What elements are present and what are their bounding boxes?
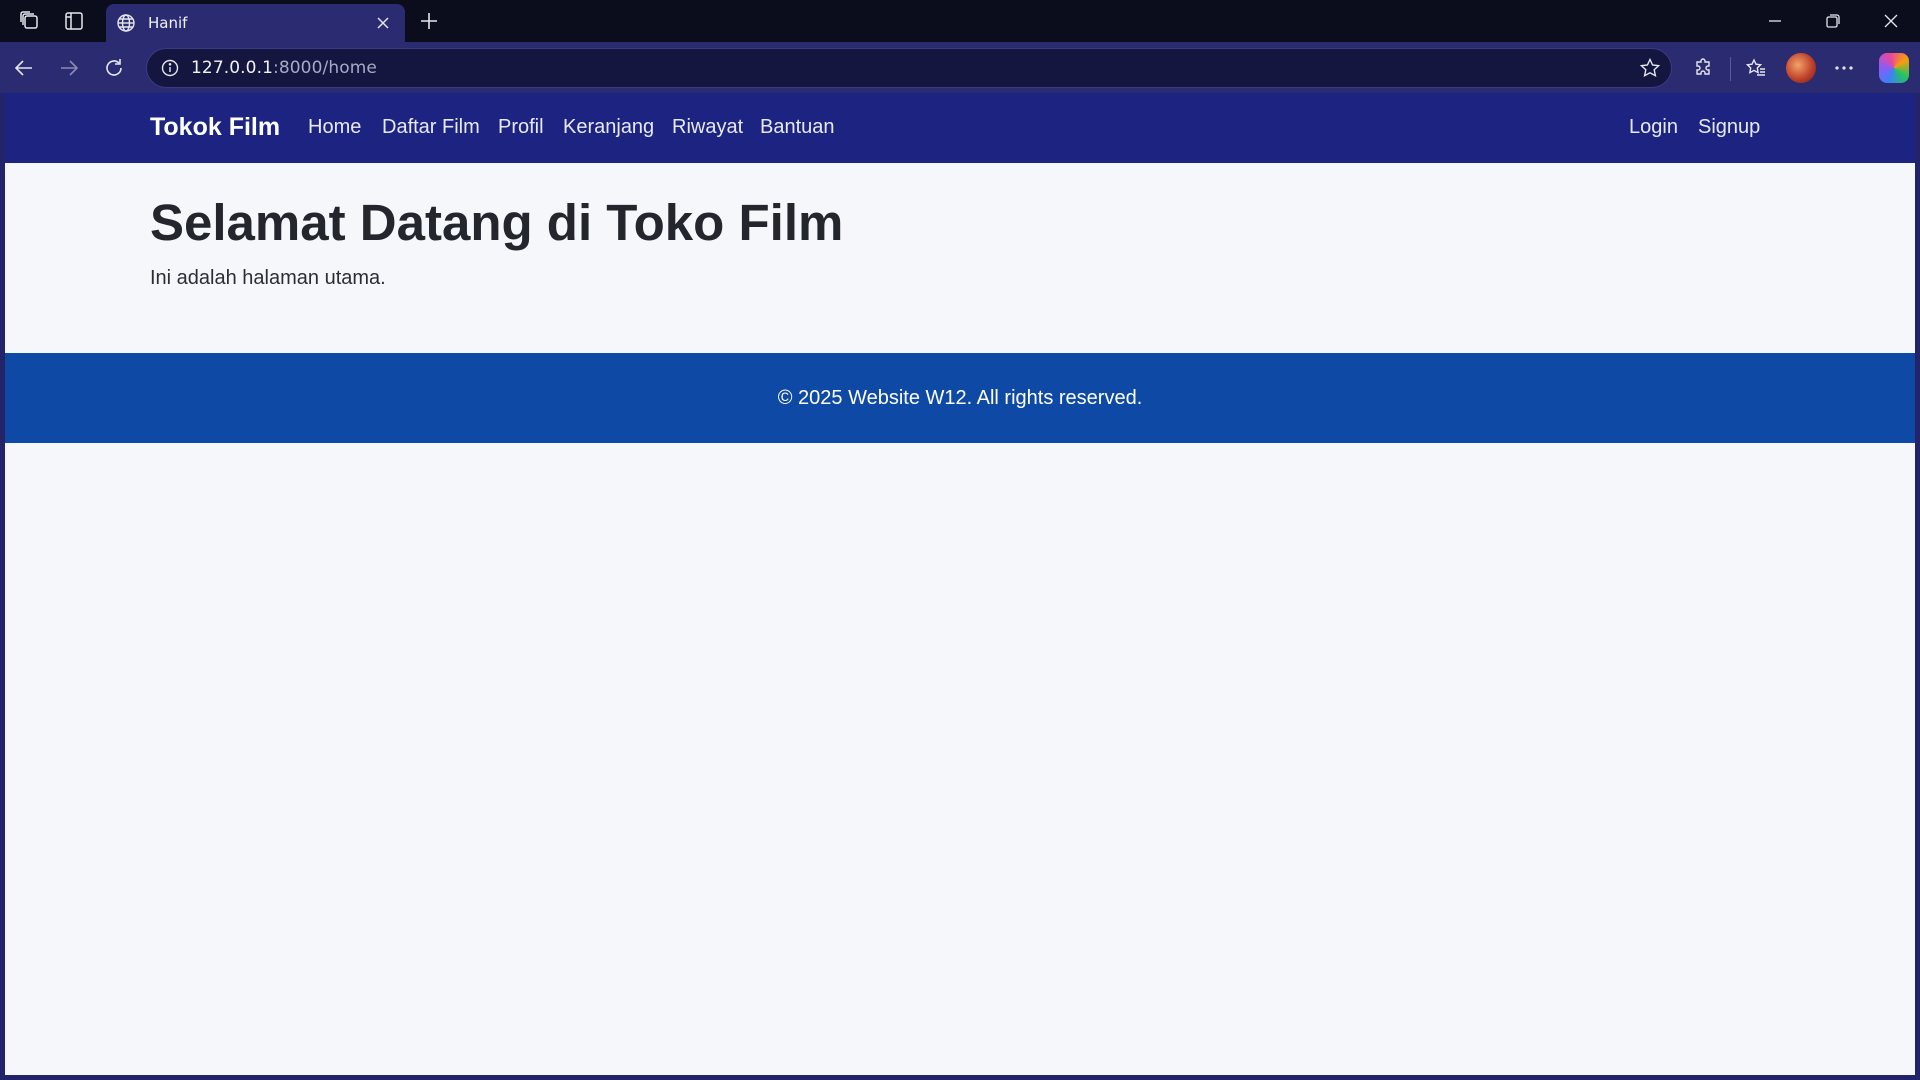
nav-link-login[interactable]: Login xyxy=(1629,116,1678,139)
nav-link-home[interactable]: Home xyxy=(308,116,361,139)
url-text: 127.0.0.1:8000/home xyxy=(191,58,377,78)
site-footer: © 2025 Website W12. All rights reserved. xyxy=(5,353,1915,443)
restore-icon[interactable] xyxy=(1804,0,1862,42)
reload-icon[interactable] xyxy=(96,50,132,86)
more-icon[interactable] xyxy=(1826,50,1862,86)
nav-link-riwayat[interactable]: Riwayat xyxy=(672,116,743,139)
url-host: 127.0.0.1 xyxy=(191,58,274,78)
workspaces-icon[interactable] xyxy=(9,0,51,42)
page-title: Selamat Datang di Toko Film xyxy=(150,194,844,251)
nav-link-signup[interactable]: Signup xyxy=(1698,116,1760,139)
puzzle-icon[interactable] xyxy=(1686,50,1722,86)
star-icon[interactable] xyxy=(1639,57,1661,79)
site-navbar: Tokok Film Home Daftar Film Profil Keran… xyxy=(5,93,1915,163)
nav-link-daftar-film[interactable]: Daftar Film xyxy=(382,116,480,139)
title-bar: Hanif xyxy=(0,0,1920,42)
nav-link-profil[interactable]: Profil xyxy=(498,116,544,139)
minimize-icon[interactable] xyxy=(1746,0,1804,42)
forward-arrow-icon[interactable] xyxy=(51,50,87,86)
info-icon[interactable] xyxy=(161,59,179,77)
profile-avatar[interactable] xyxy=(1786,53,1816,83)
nav-link-keranjang[interactable]: Keranjang xyxy=(563,116,654,139)
globe-icon xyxy=(116,13,136,33)
address-bar[interactable]: 127.0.0.1:8000/home xyxy=(146,48,1672,88)
window-close-icon[interactable] xyxy=(1862,0,1920,42)
tab-title: Hanif xyxy=(148,14,188,32)
nav-link-bantuan[interactable]: Bantuan xyxy=(760,116,835,139)
back-arrow-icon[interactable] xyxy=(6,50,42,86)
footer-text: © 2025 Website W12. All rights reserved. xyxy=(777,386,1143,409)
favorites-list-icon[interactable] xyxy=(1738,50,1774,86)
close-icon[interactable] xyxy=(371,11,395,35)
url-path: :8000/home xyxy=(273,58,377,78)
site-brand[interactable]: Tokok Film xyxy=(150,113,280,142)
toolbar-divider xyxy=(1730,57,1731,81)
page-viewport: Tokok Film Home Daftar Film Profil Keran… xyxy=(5,93,1915,1075)
browser-tab-active[interactable]: Hanif xyxy=(106,4,405,42)
copilot-icon[interactable] xyxy=(1879,53,1909,83)
plus-icon[interactable] xyxy=(412,4,446,38)
vertical-tabs-icon[interactable] xyxy=(53,0,95,42)
browser-window: Hanif 127.0.0.1:8000/home Tokok Film Hom… xyxy=(0,0,1920,1080)
page-subtitle: Ini adalah halaman utama. xyxy=(150,267,386,289)
